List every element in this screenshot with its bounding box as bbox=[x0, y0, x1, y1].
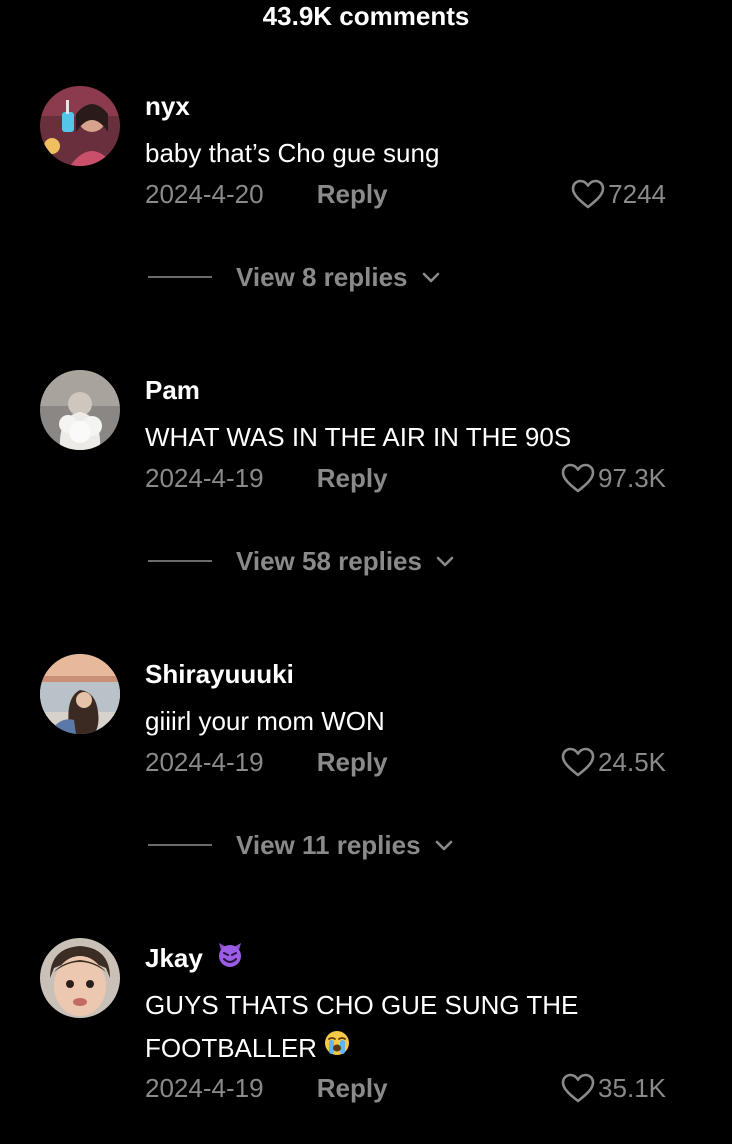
username[interactable]: Jkay bbox=[145, 942, 244, 976]
like-button[interactable]: 97.3K bbox=[560, 462, 666, 494]
like-button[interactable]: 7244 bbox=[570, 178, 666, 210]
like-button[interactable]: 24.5K bbox=[560, 746, 666, 778]
reply-button[interactable]: Reply bbox=[317, 462, 388, 494]
chevron-down-icon bbox=[435, 839, 453, 851]
smiling-devil-emoji-icon bbox=[216, 941, 244, 976]
chevron-down-icon bbox=[436, 555, 454, 567]
like-count: 97.3K bbox=[598, 463, 666, 493]
username-text: Jkay bbox=[145, 943, 203, 973]
divider-line bbox=[148, 276, 212, 278]
avatar[interactable] bbox=[40, 654, 120, 734]
comment-text-segment: FOOTBALLER bbox=[145, 1033, 317, 1063]
avatar[interactable] bbox=[40, 86, 120, 166]
comment-item: Shirayuuuki giiirl your mom WON 2024-4-1… bbox=[0, 654, 732, 884]
comment-text: WHAT WAS IN THE AIR IN THE 90S bbox=[145, 422, 572, 452]
username[interactable]: nyx bbox=[145, 90, 190, 122]
like-button[interactable]: 35.1K bbox=[560, 1072, 666, 1104]
divider-line bbox=[148, 560, 212, 562]
comment-date: 2024-4-19 bbox=[145, 1073, 264, 1103]
heart-outline-icon bbox=[560, 462, 596, 494]
heart-outline-icon bbox=[570, 178, 606, 210]
comment-date: 2024-4-19 bbox=[145, 747, 264, 777]
reply-button[interactable]: Reply bbox=[317, 1072, 388, 1104]
comment-item: Pam WHAT WAS IN THE AIR IN THE 90S 2024-… bbox=[0, 370, 732, 600]
comments-count-title: 43.9K comments bbox=[262, 1, 470, 31]
like-count: 35.1K bbox=[598, 1073, 666, 1103]
comment-meta: 2024-4-20 Reply bbox=[145, 178, 388, 210]
heart-outline-icon bbox=[560, 1072, 596, 1104]
comment-text: GUYS THATS CHO GUE SUNG THE FOOTBALLER bbox=[145, 984, 685, 1070]
view-replies-button[interactable]: View 8 replies bbox=[148, 260, 440, 294]
view-replies-label: View 11 replies bbox=[236, 830, 421, 860]
comment-meta: 2024-4-19 Reply bbox=[145, 1072, 388, 1104]
like-count: 24.5K bbox=[598, 747, 666, 777]
reply-button[interactable]: Reply bbox=[317, 178, 388, 210]
comment-item: nyx baby that’s Cho gue sung 2024-4-20 R… bbox=[0, 86, 732, 316]
avatar[interactable] bbox=[40, 938, 120, 1018]
like-count: 7244 bbox=[608, 179, 666, 209]
view-replies-label: View 58 replies bbox=[236, 546, 422, 576]
view-replies-label: View 8 replies bbox=[236, 262, 408, 292]
reply-button[interactable]: Reply bbox=[317, 746, 388, 778]
avatar[interactable] bbox=[40, 370, 120, 450]
comment-item: Jkay GUYS THATS CHO GUE SUNG THE FOOTBAL… bbox=[0, 938, 732, 1144]
view-replies-button[interactable]: View 11 replies bbox=[148, 828, 453, 862]
comment-text-line: FOOTBALLER bbox=[145, 1027, 685, 1070]
username[interactable]: Pam bbox=[145, 374, 200, 406]
comment-text: baby that’s Cho gue sung bbox=[145, 138, 440, 168]
divider-line bbox=[148, 844, 212, 846]
comment-date: 2024-4-19 bbox=[145, 463, 264, 493]
comment-text-line: GUYS THATS CHO GUE SUNG THE bbox=[145, 990, 579, 1020]
comment-meta: 2024-4-19 Reply bbox=[145, 746, 388, 778]
heart-outline-icon bbox=[560, 746, 596, 778]
crying-face-emoji-icon bbox=[323, 1027, 351, 1070]
comment-date: 2024-4-20 bbox=[145, 179, 264, 209]
comment-meta: 2024-4-19 Reply bbox=[145, 462, 388, 494]
chevron-down-icon bbox=[422, 271, 440, 283]
username[interactable]: Shirayuuuki bbox=[145, 658, 294, 690]
comment-text: giiirl your mom WON bbox=[145, 706, 385, 736]
view-replies-button[interactable]: View 58 replies bbox=[148, 544, 454, 578]
